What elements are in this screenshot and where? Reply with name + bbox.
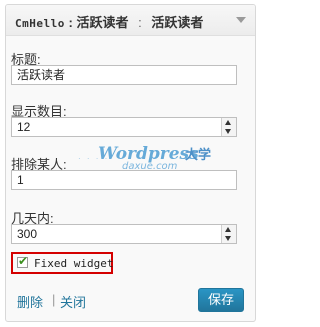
footer-separator: | — [52, 292, 56, 307]
title-input[interactable]: 活跃读者 — [11, 65, 237, 85]
checkmark-icon: ✔ — [18, 254, 29, 268]
spinner-arrows-icon[interactable] — [221, 118, 236, 136]
widget-instance-title: 活跃读者 — [76, 15, 129, 30]
widget-header[interactable]: CmHello : 活跃读者 : 活跃读者 — [6, 5, 255, 36]
fixed-widget-highlight: ✔ Fixed widget — [11, 252, 113, 274]
spinner-down-icon[interactable] — [225, 129, 231, 134]
days-input[interactable]: 300 — [11, 224, 237, 244]
spinner-up-icon[interactable] — [225, 120, 231, 125]
fixed-widget-checkbox[interactable]: ✔ — [17, 254, 29, 268]
spinner-up-icon[interactable] — [225, 227, 231, 232]
widget-title: CmHello : 活跃读者 : 活跃读者 — [15, 12, 203, 31]
widget-subtitle: 活跃读者 — [151, 15, 204, 30]
spinner-down-icon[interactable] — [225, 236, 231, 241]
widget-title-separator: : — [138, 15, 142, 30]
save-button[interactable]: 保存 — [198, 288, 244, 312]
close-link[interactable]: 关闭 — [60, 292, 86, 311]
delete-link[interactable]: 删除 — [17, 292, 43, 311]
exclude-input[interactable]: 1 — [11, 170, 237, 190]
widget-title-colon: : — [68, 15, 73, 30]
count-input[interactable]: 12 — [11, 117, 237, 137]
count-value: 12 — [17, 120, 31, 134]
days-value: 300 — [17, 227, 38, 241]
triangle-down-icon[interactable] — [236, 17, 246, 23]
spinner-arrows-icon[interactable] — [221, 225, 236, 243]
widget-name: CmHello — [15, 17, 65, 30]
fixed-widget-label[interactable]: Fixed widget — [34, 257, 113, 270]
